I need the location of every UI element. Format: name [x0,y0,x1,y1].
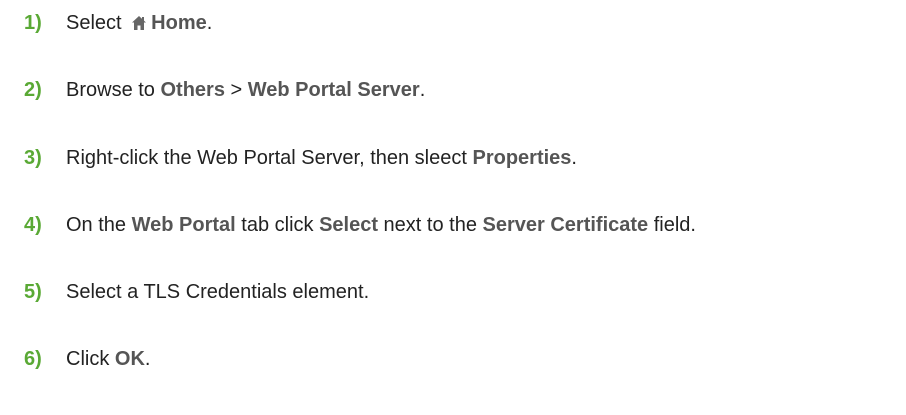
step-text: Select Home . [66,12,212,35]
step-6: 6) Click OK . [24,344,150,374]
step-text-part: Right-click the Web Portal Server, then … [66,146,473,169]
step-text-part: next to the [378,213,483,236]
term-server-certificate: Server Certificate [482,213,649,236]
step-text: Right-click the Web Portal Server, then … [66,147,577,170]
step-text-part: field. [648,213,696,236]
step-text-part: . [144,347,151,370]
step-text-part: Select [66,11,128,34]
step-text: Browse to Others > Web Portal Server . [66,79,425,102]
term-ok: OK [114,347,145,370]
step-text-part: . [571,146,577,169]
home-icon [131,15,147,31]
term-properties: Properties [472,146,572,169]
step-number: 6) [24,347,42,370]
step-number: 4) [24,213,42,236]
step-2: 2) Browse to Others > Web Portal Server … [24,75,425,105]
step-text-part: Browse to [66,78,161,101]
step-text-part: tab click [235,213,320,236]
step-number: 5) [24,280,42,303]
step-4: 4) On the Web Portal tab click Select ne… [24,210,696,240]
step-text: Click OK . [66,348,150,371]
step-text: Select a TLS Credentials element. [66,281,369,304]
step-5: 5) Select a TLS Credentials element. [24,277,369,307]
step-text-part: Click [66,347,115,370]
term-home: Home [151,11,207,34]
step-text-part: On the [66,213,132,236]
step-number: 3) [24,146,42,169]
step-text-part: Select a TLS Credentials element. [66,280,370,303]
step-text: On the Web Portal tab click Select next … [66,214,696,237]
step-1: 1) Select Home . [24,8,212,38]
step-text-part: > [224,78,248,101]
term-web-portal: Web Portal [131,213,236,236]
step-3: 3) Right-click the Web Portal Server, th… [24,143,577,173]
step-text-part: . [206,11,213,34]
term-others: Others [160,78,225,101]
step-number: 2) [24,78,42,101]
term-select: Select [319,213,378,236]
term-web-portal-server: Web Portal Server [247,78,420,101]
step-text-part: . [419,78,426,101]
step-number: 1) [24,11,42,34]
